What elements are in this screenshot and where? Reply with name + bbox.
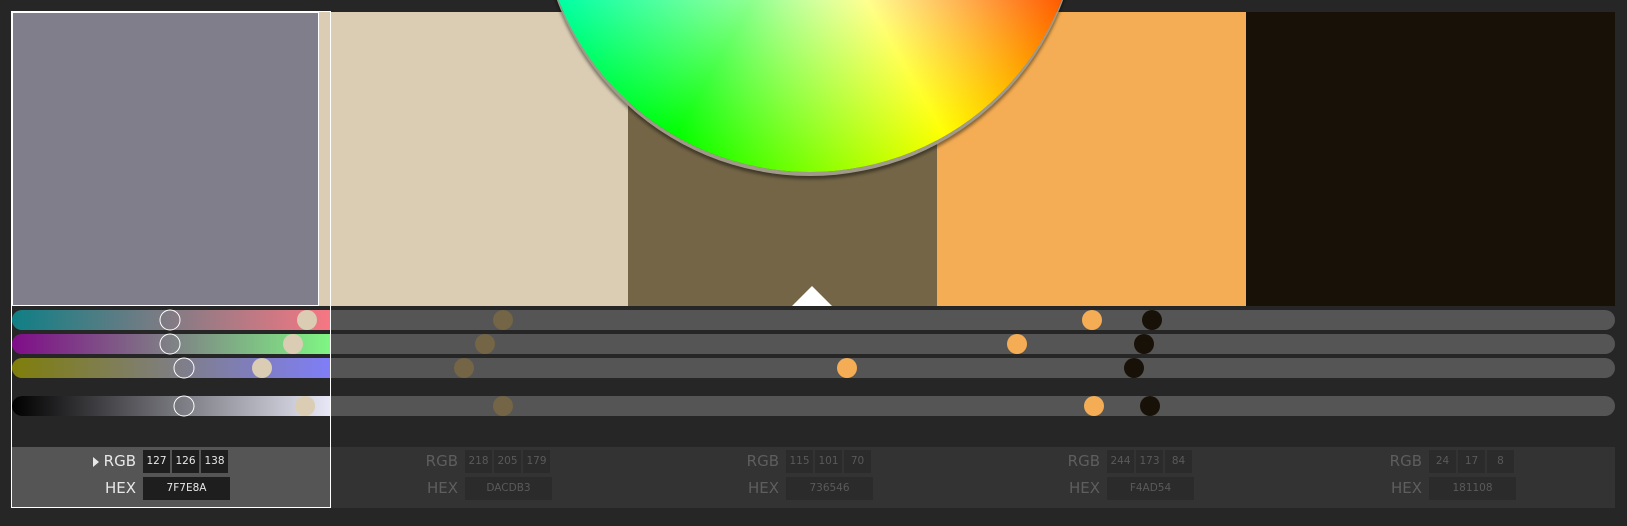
slider-knob-luminance-color-1[interactable]	[173, 395, 195, 417]
hex-row: HEX DACDB3	[370, 477, 610, 500]
slider-knob-luminance-color-2[interactable]	[295, 396, 316, 416]
hex-row: HEX 7F7E8A	[48, 477, 288, 500]
rgb-label: RGB	[425, 452, 458, 470]
color-values-1: RGB 127 126 138 HEX 7F7E8A	[48, 450, 288, 506]
slider-knob-yellow-blue-color-1[interactable]	[173, 357, 195, 379]
hex-label: HEX	[1390, 479, 1422, 497]
swatch-2[interactable]	[319, 12, 628, 306]
color-values-4: RGB 244 173 84 HEX F4AD54	[1012, 450, 1252, 506]
rgb-g-field[interactable]: 205	[494, 450, 521, 473]
slider-track-luminance[interactable]	[12, 396, 1615, 416]
rgb-r-field[interactable]: 127	[143, 450, 170, 473]
color-values-3: RGB 115 101 70 HEX 736546	[691, 450, 931, 506]
slider-knob-magenta-green-color-2[interactable]	[282, 334, 303, 354]
hex-label: HEX	[1068, 479, 1100, 497]
slider-knob-red-green-cyan-color-5[interactable]	[1141, 310, 1162, 330]
slider-knob-yellow-blue-color-4[interactable]	[837, 358, 858, 378]
rgb-g-field[interactable]: 126	[172, 450, 199, 473]
rgb-r-field[interactable]: 24	[1429, 450, 1456, 473]
rgb-r-field[interactable]: 244	[1107, 450, 1134, 473]
slider-knob-magenta-green-color-3[interactable]	[474, 334, 495, 354]
rgb-label: RGB	[103, 452, 136, 470]
slider-knob-red-green-cyan-color-1[interactable]	[159, 309, 181, 331]
hex-label: HEX	[747, 479, 779, 497]
rgb-g-field[interactable]: 173	[1136, 450, 1163, 473]
rgb-label: RGB	[746, 452, 779, 470]
slider-gradient-luminance	[12, 396, 331, 416]
rgb-row: RGB 244 173 84	[1012, 450, 1252, 473]
rgb-label: RGB	[1389, 452, 1422, 470]
hex-row: HEX 736546	[691, 477, 931, 500]
swatch-5[interactable]	[1246, 12, 1615, 306]
rgb-b-field[interactable]: 179	[523, 450, 550, 473]
slider-knob-magenta-green-color-4[interactable]	[1007, 334, 1028, 354]
rgb-b-field[interactable]: 70	[844, 450, 871, 473]
slider-knob-yellow-blue-color-3[interactable]	[454, 358, 475, 378]
slider-track-red-green-cyan[interactable]	[12, 310, 1615, 330]
slider-knob-magenta-green-color-1[interactable]	[159, 333, 181, 355]
hex-label: HEX	[426, 479, 458, 497]
rgb-row: RGB 24 17 8	[1334, 450, 1574, 473]
slider-knob-luminance-color-4[interactable]	[1084, 396, 1105, 416]
hex-row: HEX F4AD54	[1012, 477, 1252, 500]
slider-knob-luminance-color-5[interactable]	[1140, 396, 1161, 416]
slider-knob-red-green-cyan-color-3[interactable]	[492, 310, 513, 330]
rgb-row: RGB 218 205 179	[370, 450, 610, 473]
rgb-r-field[interactable]: 115	[786, 450, 813, 473]
rgb-row: RGB 115 101 70	[691, 450, 931, 473]
rgb-g-field[interactable]: 17	[1458, 450, 1485, 473]
hex-field[interactable]: DACDB3	[465, 477, 552, 500]
hex-field[interactable]: 736546	[786, 477, 873, 500]
color-values-5: RGB 24 17 8 HEX 181108	[1334, 450, 1574, 506]
color-values-2: RGB 218 205 179 HEX DACDB3	[370, 450, 610, 506]
hex-field[interactable]: 7F7E8A	[143, 477, 230, 500]
hex-field[interactable]: 181108	[1429, 477, 1516, 500]
wheel-toggle-arrow-icon[interactable]	[792, 286, 832, 306]
slider-knob-red-green-cyan-color-2[interactable]	[296, 310, 317, 330]
rgb-b-field[interactable]: 8	[1487, 450, 1514, 473]
rgb-r-field[interactable]: 218	[465, 450, 492, 473]
rgb-row: RGB 127 126 138	[48, 450, 288, 473]
hex-field[interactable]: F4AD54	[1107, 477, 1194, 500]
hex-row: HEX 181108	[1334, 477, 1574, 500]
swatch-1[interactable]	[12, 12, 319, 306]
slider-gradient-yellow-blue	[12, 358, 331, 378]
slider-knob-luminance-color-3[interactable]	[492, 396, 513, 416]
slider-track-magenta-green[interactable]	[12, 334, 1615, 354]
slider-knob-yellow-blue-color-5[interactable]	[1124, 358, 1145, 378]
rgb-label: RGB	[1067, 452, 1100, 470]
rgb-b-field[interactable]: 138	[201, 450, 228, 473]
slider-knob-yellow-blue-color-2[interactable]	[252, 358, 273, 378]
rgb-b-field[interactable]: 84	[1165, 450, 1192, 473]
rgb-g-field[interactable]: 101	[815, 450, 842, 473]
hex-label: HEX	[104, 479, 136, 497]
slider-knob-magenta-green-color-5[interactable]	[1133, 334, 1154, 354]
slider-knob-red-green-cyan-color-4[interactable]	[1082, 310, 1103, 330]
